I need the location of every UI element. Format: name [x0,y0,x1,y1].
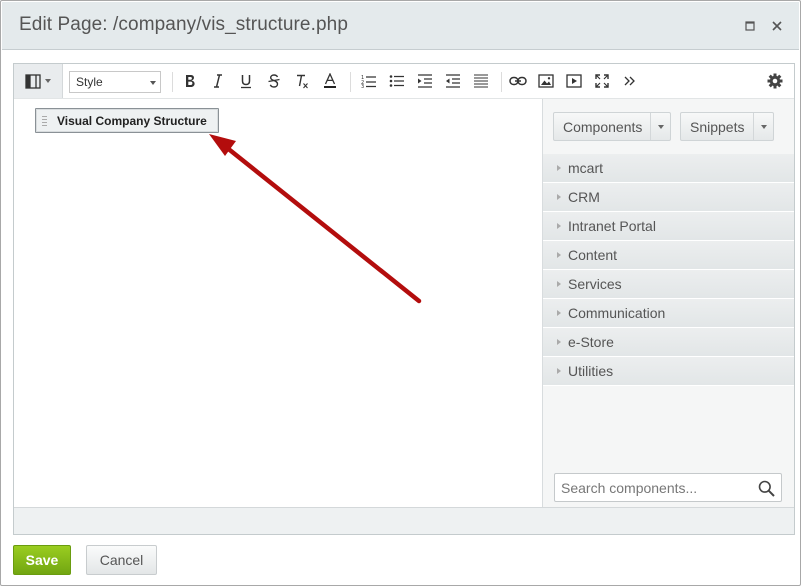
category-label: e-Store [568,334,614,350]
unordered-list-icon[interactable] [386,70,408,92]
chevron-right-icon [557,252,561,258]
fullscreen-icon[interactable] [591,70,613,92]
clear-format-icon[interactable] [291,70,313,92]
video-icon[interactable] [563,70,585,92]
italic-icon[interactable] [207,70,229,92]
chevron-right-icon [557,310,561,316]
editor-toolbar: Style 123 [14,64,794,99]
font-color-icon[interactable] [319,70,341,92]
drag-handle-icon[interactable] [42,115,47,127]
category-intranet-portal[interactable]: Intranet Portal [543,212,794,241]
more-icon[interactable] [619,70,641,92]
html-editor: Style 123 Visual Company Structure Compo… [13,63,795,535]
svg-text:3: 3 [361,84,364,88]
snippets-tab-button[interactable]: Snippets [680,112,774,141]
cancel-button[interactable]: Cancel [86,545,157,575]
snippets-tab-label: Snippets [690,119,745,135]
style-select[interactable]: Style [69,71,161,93]
chevron-right-icon [557,165,561,171]
chevron-down-icon[interactable] [753,113,773,140]
components-tab-label: Components [563,119,643,135]
category-communication[interactable]: Communication [543,299,794,328]
view-mode-button[interactable] [14,64,63,98]
chevron-right-icon [557,281,561,287]
outdent-icon[interactable] [442,70,464,92]
justify-icon[interactable] [470,70,492,92]
category-label: Content [568,247,618,263]
toolbar-divider [501,72,502,92]
category-content[interactable]: Content [543,241,794,270]
category-utilities[interactable]: Utilities [543,357,794,386]
strikethrough-icon[interactable] [263,70,285,92]
chevron-right-icon [557,339,561,345]
category-label: Services [568,276,622,292]
component-search-input[interactable] [555,474,751,501]
chevron-right-icon [557,194,561,200]
chevron-down-icon[interactable] [650,113,670,140]
close-icon[interactable] [769,18,785,34]
search-icon[interactable] [758,480,775,497]
category-label: CRM [568,189,600,205]
maximize-icon[interactable] [742,18,758,34]
component-category-list: mcart CRM Intranet Portal Content Servic… [543,154,794,386]
category-label: Intranet Portal [568,218,656,234]
category-services[interactable]: Services [543,270,794,299]
chevron-down-icon [150,81,156,85]
bold-icon[interactable] [179,70,201,92]
edit-page-dialog: Edit Page: /company/vis_structure.php St… [0,0,801,586]
editor-content-area[interactable]: Visual Company Structure [14,99,542,507]
category-mcart[interactable]: mcart [543,154,794,183]
category-e-store[interactable]: e-Store [543,328,794,357]
toolbar-divider [350,72,351,92]
link-icon[interactable] [507,70,529,92]
editor-statusbar [14,507,794,534]
component-label: Visual Company Structure [57,114,207,128]
category-label: Communication [568,305,666,321]
style-select-value: Style [76,75,103,89]
category-crm[interactable]: CRM [543,183,794,212]
category-label: mcart [568,160,603,176]
components-tab-button[interactable]: Components [553,112,671,141]
chevron-right-icon [557,223,561,229]
ordered-list-icon[interactable]: 123 [358,70,380,92]
chevron-down-icon [45,79,51,83]
component-visual-company-structure[interactable]: Visual Company Structure [35,108,219,133]
indent-icon[interactable] [414,70,436,92]
image-icon[interactable] [535,70,557,92]
save-button[interactable]: Save [13,545,71,575]
chevron-right-icon [557,368,561,374]
toolbar-divider [172,72,173,92]
dialog-titlebar: Edit Page: /company/vis_structure.php [2,2,799,50]
settings-icon[interactable] [764,70,786,92]
view-mode-icon [25,73,41,89]
category-label: Utilities [568,363,614,379]
underline-icon[interactable] [235,70,257,92]
dialog-title: Edit Page: /company/vis_structure.php [19,14,348,35]
component-search [554,473,782,502]
components-sidepanel: Components Snippets mcart CRM Intranet P… [542,99,794,507]
